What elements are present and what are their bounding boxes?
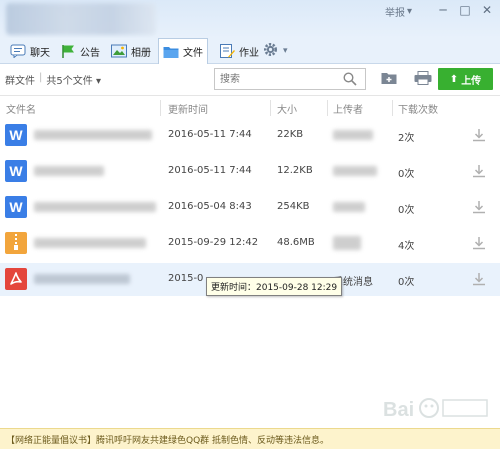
cell-downloads: 0次 xyxy=(398,169,415,180)
breadcrumb-separator: | xyxy=(39,72,43,83)
cell-updated: 2016-05-04 8:43 xyxy=(168,201,252,212)
cell-updated: 2016-05-11 7:44 xyxy=(168,165,252,176)
homework-icon xyxy=(219,44,235,58)
upload-icon: ⬆ xyxy=(449,73,459,85)
uploader-blurred xyxy=(333,130,373,140)
report-button[interactable]: 举报 ▾ xyxy=(385,4,412,19)
chevron-down-icon: ▾ xyxy=(95,76,101,87)
search-input[interactable] xyxy=(215,69,335,89)
new-folder-icon[interactable] xyxy=(381,71,397,88)
cell-updated: 2016-05-11 7:44 xyxy=(168,129,252,140)
notice-bar[interactable]: 【网络正能量倡议书】腾讯呼吁网友共建绿色QQ群 抵制色情、反动等违法信息。 xyxy=(0,428,500,449)
announcement-icon xyxy=(60,44,76,58)
notice-text: 【网络正能量倡议书】腾讯呼吁网友共建绿色QQ群 抵制色情、反动等违法信息。 xyxy=(6,436,330,446)
chevron-down-icon: ▾ xyxy=(283,46,288,56)
cell-size: 254KB xyxy=(277,201,310,212)
maximize-button[interactable]: □ xyxy=(456,2,474,18)
column-divider[interactable] xyxy=(160,100,161,116)
chat-icon xyxy=(10,44,26,59)
archive-file-icon xyxy=(5,232,27,254)
search-box xyxy=(214,68,366,90)
update-time-tooltip: 更新时间：2015-09-28 12:29 xyxy=(206,277,343,296)
title-bar: 举报 ▾ ─ □ ✕ xyxy=(0,0,500,38)
cell-size: 48.6MB xyxy=(277,237,315,248)
download-icon[interactable] xyxy=(472,164,486,181)
cell-downloads: 2次 xyxy=(398,133,415,144)
cell-updated: 2015-0 xyxy=(168,273,204,284)
tab-homework-label: 作业 xyxy=(239,47,259,59)
column-header-uploader[interactable]: 上传者 xyxy=(333,101,363,116)
breadcrumb-root[interactable]: 群文件 xyxy=(5,72,35,87)
download-icon[interactable] xyxy=(472,272,486,289)
search-icon[interactable] xyxy=(343,72,357,89)
table-row[interactable]: W 2016-05-04 8:43 254KB 0次 xyxy=(0,191,500,224)
file-count-dropdown[interactable]: 共5个文件 ▾ xyxy=(46,72,101,87)
cell-downloads: 0次 xyxy=(398,277,415,288)
group-files-window: 举报 ▾ ─ □ ✕ 聊天 公告 相册 文件 作业 ▾ 群文件 | 共5个文件 … xyxy=(0,0,500,449)
word-file-icon: W xyxy=(5,196,27,218)
watermark-logo: Bai xyxy=(383,392,493,426)
column-header-size[interactable]: 大小 xyxy=(277,101,297,116)
uploader-blurred xyxy=(333,236,361,250)
file-name-blurred xyxy=(34,238,146,248)
report-label: 举报 xyxy=(385,8,405,19)
cell-downloads: 0次 xyxy=(398,205,415,216)
download-icon[interactable] xyxy=(472,128,486,145)
breadcrumb: 群文件 | 共5个文件 ▾ xyxy=(5,72,101,87)
file-name-blurred xyxy=(34,130,152,140)
tab-announcement-label: 公告 xyxy=(80,47,100,59)
minimize-icon: ─ xyxy=(439,3,447,17)
table-row[interactable]: 2015-09-29 12:42 48.6MB 4次 xyxy=(0,227,500,260)
column-header-name[interactable]: 文件名 xyxy=(6,101,36,116)
word-file-icon: W xyxy=(5,124,27,146)
maximize-icon: □ xyxy=(459,3,471,17)
column-divider[interactable] xyxy=(392,100,393,116)
album-icon xyxy=(111,44,127,58)
svg-text:Bai: Bai xyxy=(383,399,414,421)
tab-album[interactable]: 相册 xyxy=(107,39,155,63)
tab-files-label: 文件 xyxy=(183,48,203,59)
file-count-label: 共5个文件 xyxy=(46,76,93,87)
group-name-blurred xyxy=(6,3,156,35)
file-name-blurred xyxy=(34,274,130,284)
tab-bar: 聊天 公告 相册 文件 作业 ▾ xyxy=(0,38,500,64)
folder-icon xyxy=(163,45,179,59)
tab-files[interactable]: 文件 xyxy=(158,38,208,64)
file-name-blurred xyxy=(34,202,156,212)
tab-chat-label: 聊天 xyxy=(30,47,50,59)
table-row[interactable]: W 2016-05-11 7:44 12.2KB 0次 xyxy=(0,155,500,188)
file-name-blurred xyxy=(34,166,104,176)
minimize-button[interactable]: ─ xyxy=(434,2,452,18)
print-icon[interactable] xyxy=(414,71,432,88)
tab-album-label: 相册 xyxy=(131,47,151,59)
word-file-icon: W xyxy=(5,160,27,182)
tab-announcement[interactable]: 公告 xyxy=(56,39,104,63)
column-divider[interactable] xyxy=(327,100,328,116)
uploader-blurred xyxy=(333,202,365,212)
column-header-downloads[interactable]: 下载次数 xyxy=(398,101,438,116)
close-button[interactable]: ✕ xyxy=(478,2,496,18)
table-header: 文件名 更新时间 大小 上传者 下载次数 xyxy=(0,95,500,119)
file-toolbar: 群文件 | 共5个文件 ▾ ⬆ 上传 xyxy=(0,64,500,94)
pdf-file-icon xyxy=(5,268,27,290)
uploader-blurred xyxy=(333,166,377,176)
cell-downloads: 4次 xyxy=(398,241,415,252)
table-row[interactable]: W 2016-05-11 7:44 22KB 2次 xyxy=(0,119,500,152)
settings-menu-button[interactable]: ▾ xyxy=(258,39,292,63)
column-divider[interactable] xyxy=(270,100,271,116)
tab-homework[interactable]: 作业 xyxy=(215,39,263,63)
chevron-down-icon: ▾ xyxy=(407,6,413,17)
close-icon: ✕ xyxy=(481,3,493,17)
column-header-updated[interactable]: 更新时间 xyxy=(168,101,208,116)
cell-size: 22KB xyxy=(277,129,304,140)
download-icon[interactable] xyxy=(472,200,486,217)
tab-chat[interactable]: 聊天 xyxy=(6,39,54,63)
gear-icon xyxy=(262,41,279,61)
upload-button[interactable]: ⬆ 上传 xyxy=(438,68,493,90)
cell-updated: 2015-09-29 12:42 xyxy=(168,237,259,248)
cell-size: 12.2KB xyxy=(277,165,313,176)
download-icon[interactable] xyxy=(472,236,486,253)
upload-label: 上传 xyxy=(461,75,482,87)
